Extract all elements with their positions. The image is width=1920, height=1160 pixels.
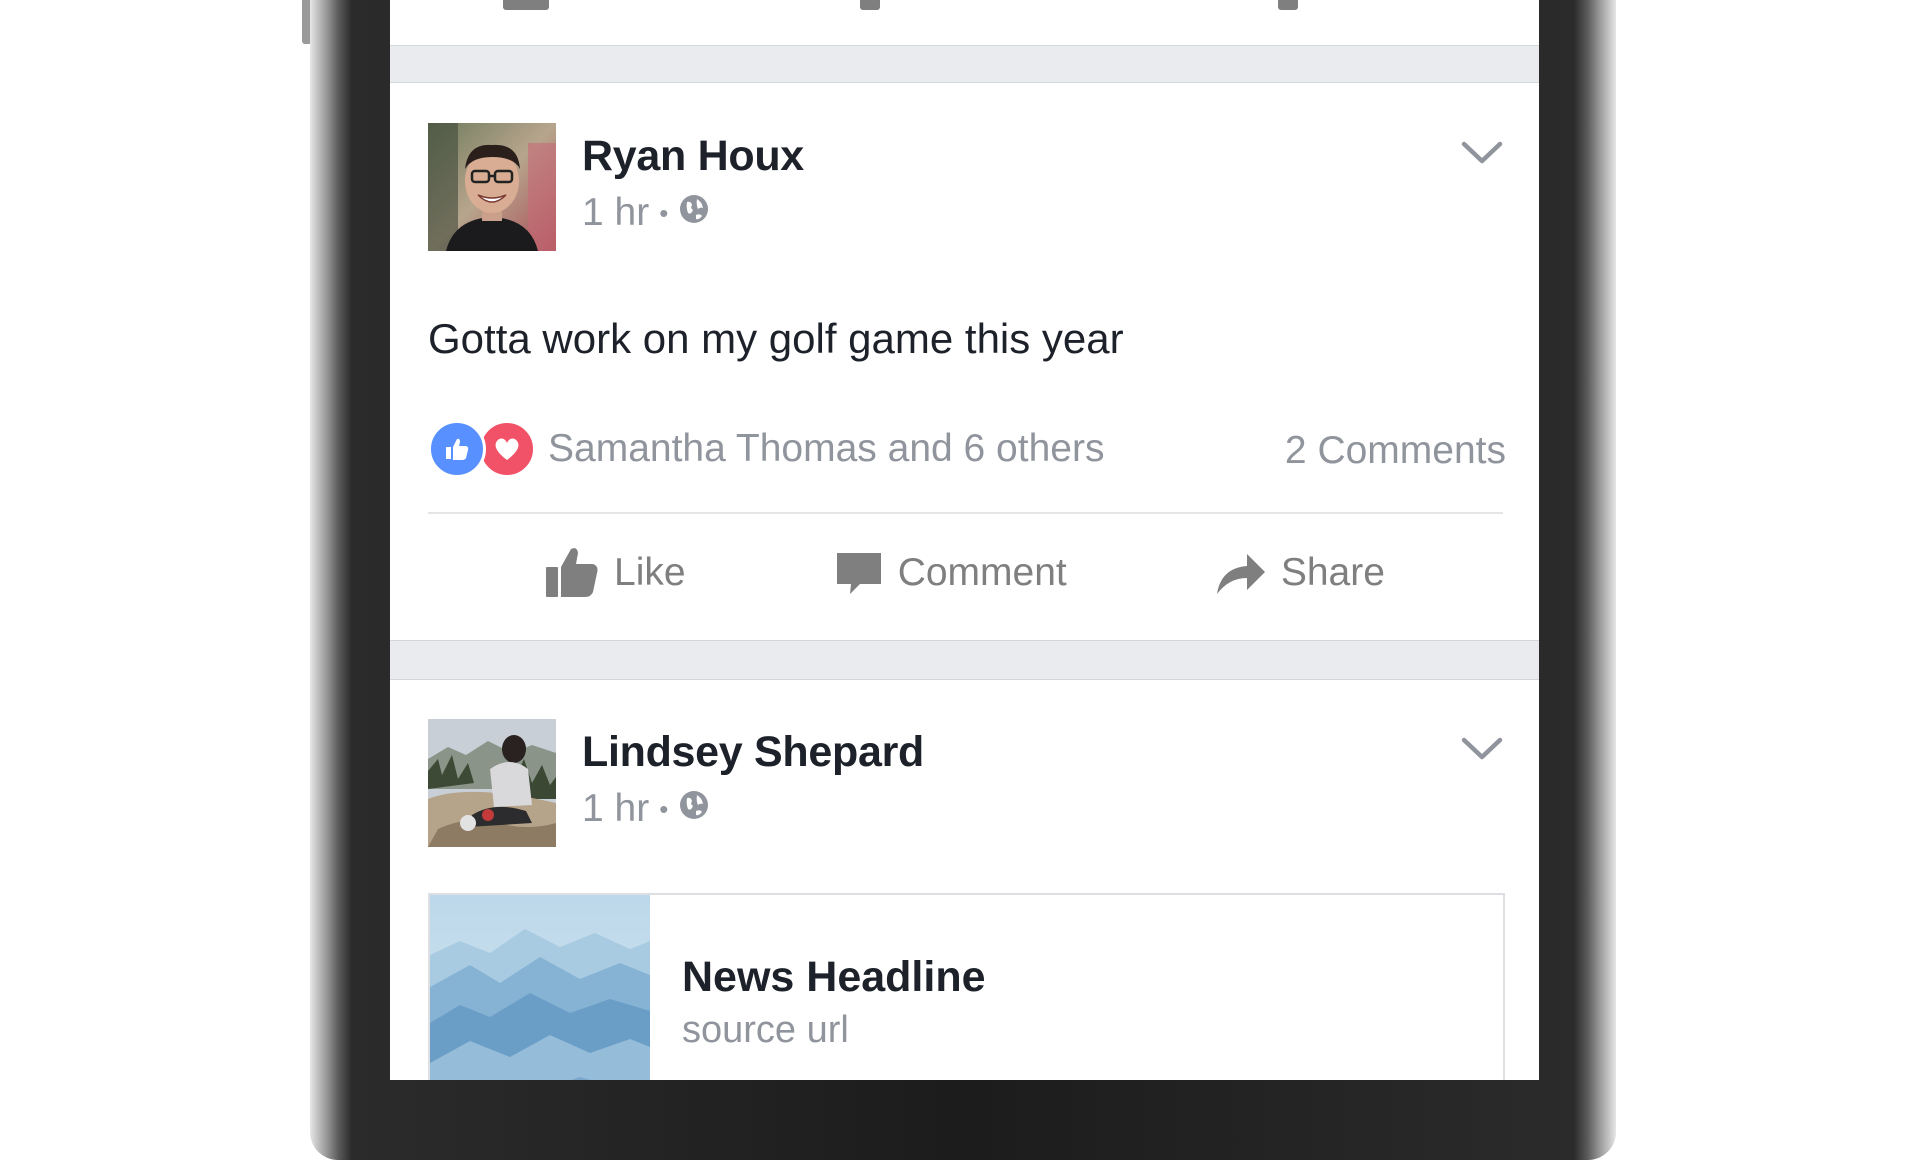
- link-source: source url: [682, 1009, 849, 1051]
- share-icon[interactable]: [1278, 0, 1298, 10]
- link-preview[interactable]: News Headline source url: [428, 893, 1505, 1080]
- comment-label: Comment: [897, 551, 1067, 594]
- divider: [428, 512, 1503, 514]
- globe-icon: [678, 787, 710, 831]
- post-card: Ryan Houx 1 hr • Gotta work on my golf g…: [390, 82, 1539, 641]
- post-meta: 1 hr •: [582, 787, 710, 831]
- avatar[interactable]: [428, 719, 556, 847]
- post-author-name[interactable]: Ryan Houx: [582, 132, 804, 181]
- share-button[interactable]: Share: [1215, 550, 1385, 596]
- avatar[interactable]: [428, 123, 556, 251]
- link-title[interactable]: News Headline: [682, 953, 986, 1002]
- comment-icon[interactable]: [860, 0, 880, 10]
- comment-icon: [836, 553, 881, 594]
- link-thumbnail: [430, 895, 650, 1080]
- post-timestamp[interactable]: 1 hr: [582, 787, 649, 831]
- globe-icon: [678, 191, 710, 235]
- like-icon[interactable]: [503, 0, 549, 10]
- share-label: Share: [1280, 551, 1385, 594]
- comments-count[interactable]: 2 Comments: [1285, 429, 1506, 473]
- news-feed[interactable]: Ryan Houx 1 hr • Gotta work on my golf g…: [390, 0, 1539, 1080]
- share-icon: [1216, 554, 1265, 594]
- like-label: Like: [614, 551, 686, 594]
- reaction-names[interactable]: Samantha Thomas and 6 others: [548, 427, 1104, 471]
- meta-separator: •: [659, 197, 669, 228]
- love-reaction-icon: [478, 420, 536, 478]
- like-icon: [546, 548, 598, 597]
- post-text: Gotta work on my golf game this year: [428, 315, 1124, 362]
- meta-separator: •: [659, 793, 669, 824]
- like-reaction-icon: [428, 420, 486, 478]
- post-meta: 1 hr •: [582, 191, 710, 235]
- post-author-name[interactable]: Lindsey Shepard: [582, 728, 924, 777]
- comment-button[interactable]: Comment: [834, 548, 1067, 598]
- previous-post-card: [390, 0, 1539, 46]
- reactions-summary[interactable]: Samantha Thomas and 6 others: [428, 420, 1104, 478]
- like-button[interactable]: Like: [544, 545, 686, 601]
- post-action-bar: Like Comment Share: [390, 545, 1539, 601]
- post-card: Lindsey Shepard 1 hr • News Headline sou…: [390, 679, 1539, 1080]
- chevron-down-icon[interactable]: [1461, 139, 1503, 167]
- post-timestamp[interactable]: 1 hr: [582, 191, 649, 235]
- chevron-down-icon[interactable]: [1461, 735, 1503, 763]
